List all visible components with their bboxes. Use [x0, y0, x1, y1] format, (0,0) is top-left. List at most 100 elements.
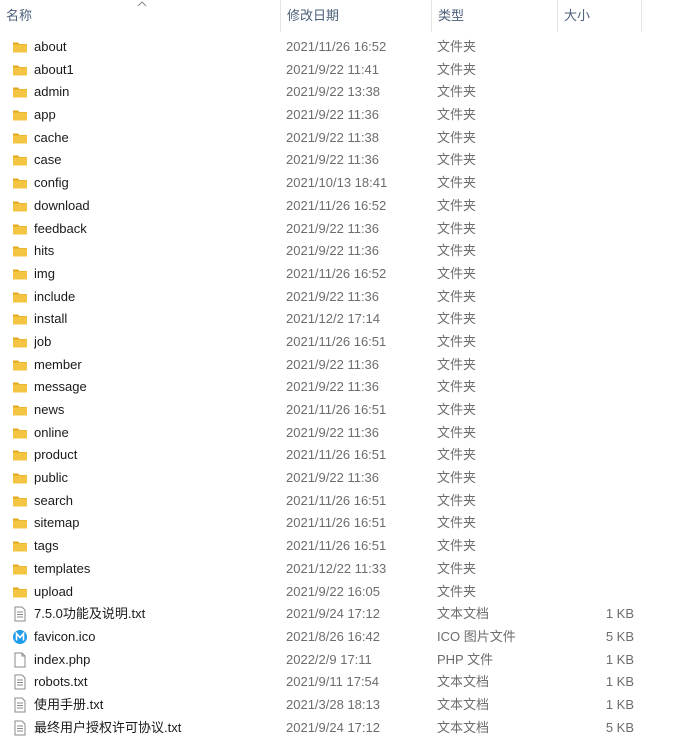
file-modified-date: 2021/9/22 11:36	[286, 107, 380, 123]
file-type: 文件夹	[437, 84, 477, 100]
file-name: hits	[34, 243, 55, 259]
file-name: cache	[34, 129, 69, 145]
folder-icon	[12, 39, 28, 55]
file-modified-date: 2021/8/26 16:42	[286, 628, 380, 644]
folder-icon	[12, 130, 28, 146]
file-size: 1 KB	[605, 606, 634, 622]
file-name: include	[34, 288, 76, 304]
file-type: 文件夹	[437, 311, 477, 327]
file-modified-date: 2021/9/22 11:36	[286, 243, 380, 259]
file-name: app	[34, 107, 56, 123]
column-header-date[interactable]: 修改日期	[281, 0, 431, 32]
folder-row[interactable]: tags 2021/11/26 16:51 文件夹	[0, 535, 693, 558]
column-header-bar: 名称 修改日期 类型 大小	[0, 0, 693, 32]
folder-icon	[12, 62, 28, 78]
file-type: 文件夹	[437, 560, 477, 576]
folder-row[interactable]: message 2021/9/22 11:36 文件夹	[0, 376, 693, 399]
file-modified-date: 2021/9/24 17:12	[286, 719, 380, 735]
file-row[interactable]: index.php 2022/2/9 17:11 PHP 文件 1 KB	[0, 649, 693, 672]
folder-row[interactable]: online 2021/9/22 11:36 文件夹	[0, 422, 693, 445]
file-name: upload	[34, 583, 74, 599]
file-name: news	[34, 402, 65, 417]
folder-row[interactable]: about 2021/11/26 16:52 文件夹	[0, 36, 693, 59]
file-type: 文本文档	[437, 719, 490, 735]
file-size: 5 KB	[605, 719, 634, 735]
folder-row[interactable]: download 2021/11/26 16:52 文件夹	[0, 195, 693, 218]
file-modified-date: 2021/9/24 17:12	[286, 606, 380, 622]
folder-row[interactable]: cache 2021/9/22 11:38 文件夹	[0, 127, 693, 150]
column-divider[interactable]	[641, 0, 642, 32]
file-name: index.php	[34, 651, 91, 667]
file-type: 文件夹	[437, 538, 477, 554]
file-type: 文本文档	[437, 674, 490, 690]
file-list: about 2021/11/26 16:52 文件夹 about1 2021/9/22 …	[0, 36, 693, 739]
folder-row[interactable]: hits 2021/9/22 11:36 文件夹	[0, 240, 693, 263]
file-name: member	[34, 356, 82, 372]
file-type: 文件夹	[437, 515, 477, 531]
folder-row[interactable]: upload 2021/9/22 16:05 文件夹	[0, 581, 693, 604]
file-type: 文件夹	[437, 39, 477, 54]
folder-row[interactable]: about1 2021/9/22 11:41 文件夹	[0, 59, 693, 82]
folder-icon	[12, 311, 28, 327]
file-type: 文件夹	[437, 379, 477, 395]
folder-row[interactable]: admin 2021/9/22 13:38 文件夹	[0, 81, 693, 104]
file-type: 文件夹	[437, 424, 477, 440]
folder-icon	[12, 447, 28, 463]
file-modified-date: 2022/2/9 17:11	[286, 651, 372, 667]
folder-icon	[12, 561, 28, 577]
file-row[interactable]: 最终用户授权许可协议.txt 2021/9/24 17:12 文本文档 5 KB	[0, 717, 693, 740]
folder-row[interactable]: include 2021/9/22 11:36 文件夹	[0, 286, 693, 309]
folder-row[interactable]: public 2021/9/22 11:36 文件夹	[0, 467, 693, 490]
file-name: case	[34, 152, 62, 168]
folder-row[interactable]: job 2021/11/26 16:51 文件夹	[0, 331, 693, 354]
file-modified-date: 2021/9/22 11:38	[286, 129, 380, 145]
file-modified-date: 2021/9/22 11:41	[286, 61, 380, 77]
folder-icon	[12, 334, 28, 350]
file-modified-date: 2021/11/26 16:51	[286, 333, 387, 349]
folder-row[interactable]: case 2021/9/22 11:36 文件夹	[0, 149, 693, 172]
file-name: about1	[34, 61, 74, 77]
file-name: img	[34, 265, 55, 281]
folder-row[interactable]: app 2021/9/22 11:36 文件夹	[0, 104, 693, 127]
file-type: 文件夹	[437, 447, 477, 463]
folder-row[interactable]: img 2021/11/26 16:52 文件夹	[0, 263, 693, 286]
file-row[interactable]: robots.txt 2021/9/11 17:54 文本文档 1 KB	[0, 671, 693, 694]
file-name: public	[34, 470, 68, 486]
folder-row[interactable]: news 2021/11/26 16:51 文件夹	[0, 399, 693, 422]
folder-row[interactable]: product 2021/11/26 16:51 文件夹	[0, 444, 693, 467]
folder-row[interactable]: feedback 2021/9/22 11:36 文件夹	[0, 218, 693, 241]
file-row[interactable]: 7.5.0功能及说明.txt 2021/9/24 17:12 文本文档 1 KB	[0, 603, 693, 626]
file-name: feedback	[34, 220, 87, 236]
folder-icon	[12, 584, 28, 600]
file-name: install	[34, 311, 68, 327]
file-modified-date: 2021/9/22 11:36	[286, 152, 380, 168]
file-modified-date: 2021/9/22 13:38	[286, 84, 380, 100]
file-row[interactable]: favicon.ico 2021/8/26 16:42 ICO 图片文件 5 KB	[0, 626, 693, 649]
file-type: 文件夹	[437, 288, 477, 304]
file-row[interactable]: 使用手册.txt 2021/3/28 18:13 文本文档 1 KB	[0, 694, 693, 717]
column-header-name[interactable]: 名称	[0, 0, 280, 32]
folder-row[interactable]: install 2021/12/2 17:14 文件夹	[0, 308, 693, 331]
file-modified-date: 2021/11/26 16:52	[286, 39, 387, 54]
folder-row[interactable]: templates 2021/12/22 11:33 文件夹	[0, 558, 693, 581]
file-name: job	[34, 333, 52, 349]
file-modified-date: 2021/9/22 11:36	[286, 356, 380, 372]
column-header-type[interactable]: 类型	[432, 0, 557, 32]
folder-row[interactable]: member 2021/9/22 11:36 文件夹	[0, 354, 693, 377]
folder-row[interactable]: sitemap 2021/11/26 16:51 文件夹	[0, 512, 693, 535]
file-modified-date: 2021/9/11 17:54	[286, 674, 380, 690]
file-type: 文件夹	[437, 492, 477, 508]
column-header-size[interactable]: 大小	[558, 0, 641, 32]
file-name: message	[34, 379, 87, 395]
folder-row[interactable]: search 2021/11/26 16:51 文件夹	[0, 490, 693, 513]
folder-row[interactable]: config 2021/10/13 18:41 文件夹	[0, 172, 693, 195]
file-modified-date: 2021/11/26 16:51	[286, 402, 387, 417]
file-modified-date: 2021/12/2 17:14	[286, 311, 380, 327]
folder-icon	[12, 107, 28, 123]
folder-icon	[12, 243, 28, 259]
file-modified-date: 2021/9/22 11:36	[286, 424, 380, 440]
file-type: 文件夹	[437, 470, 477, 486]
folder-icon	[12, 515, 28, 531]
file-modified-date: 2021/10/13 18:41	[286, 175, 388, 191]
file-type: 文件夹	[437, 61, 477, 77]
